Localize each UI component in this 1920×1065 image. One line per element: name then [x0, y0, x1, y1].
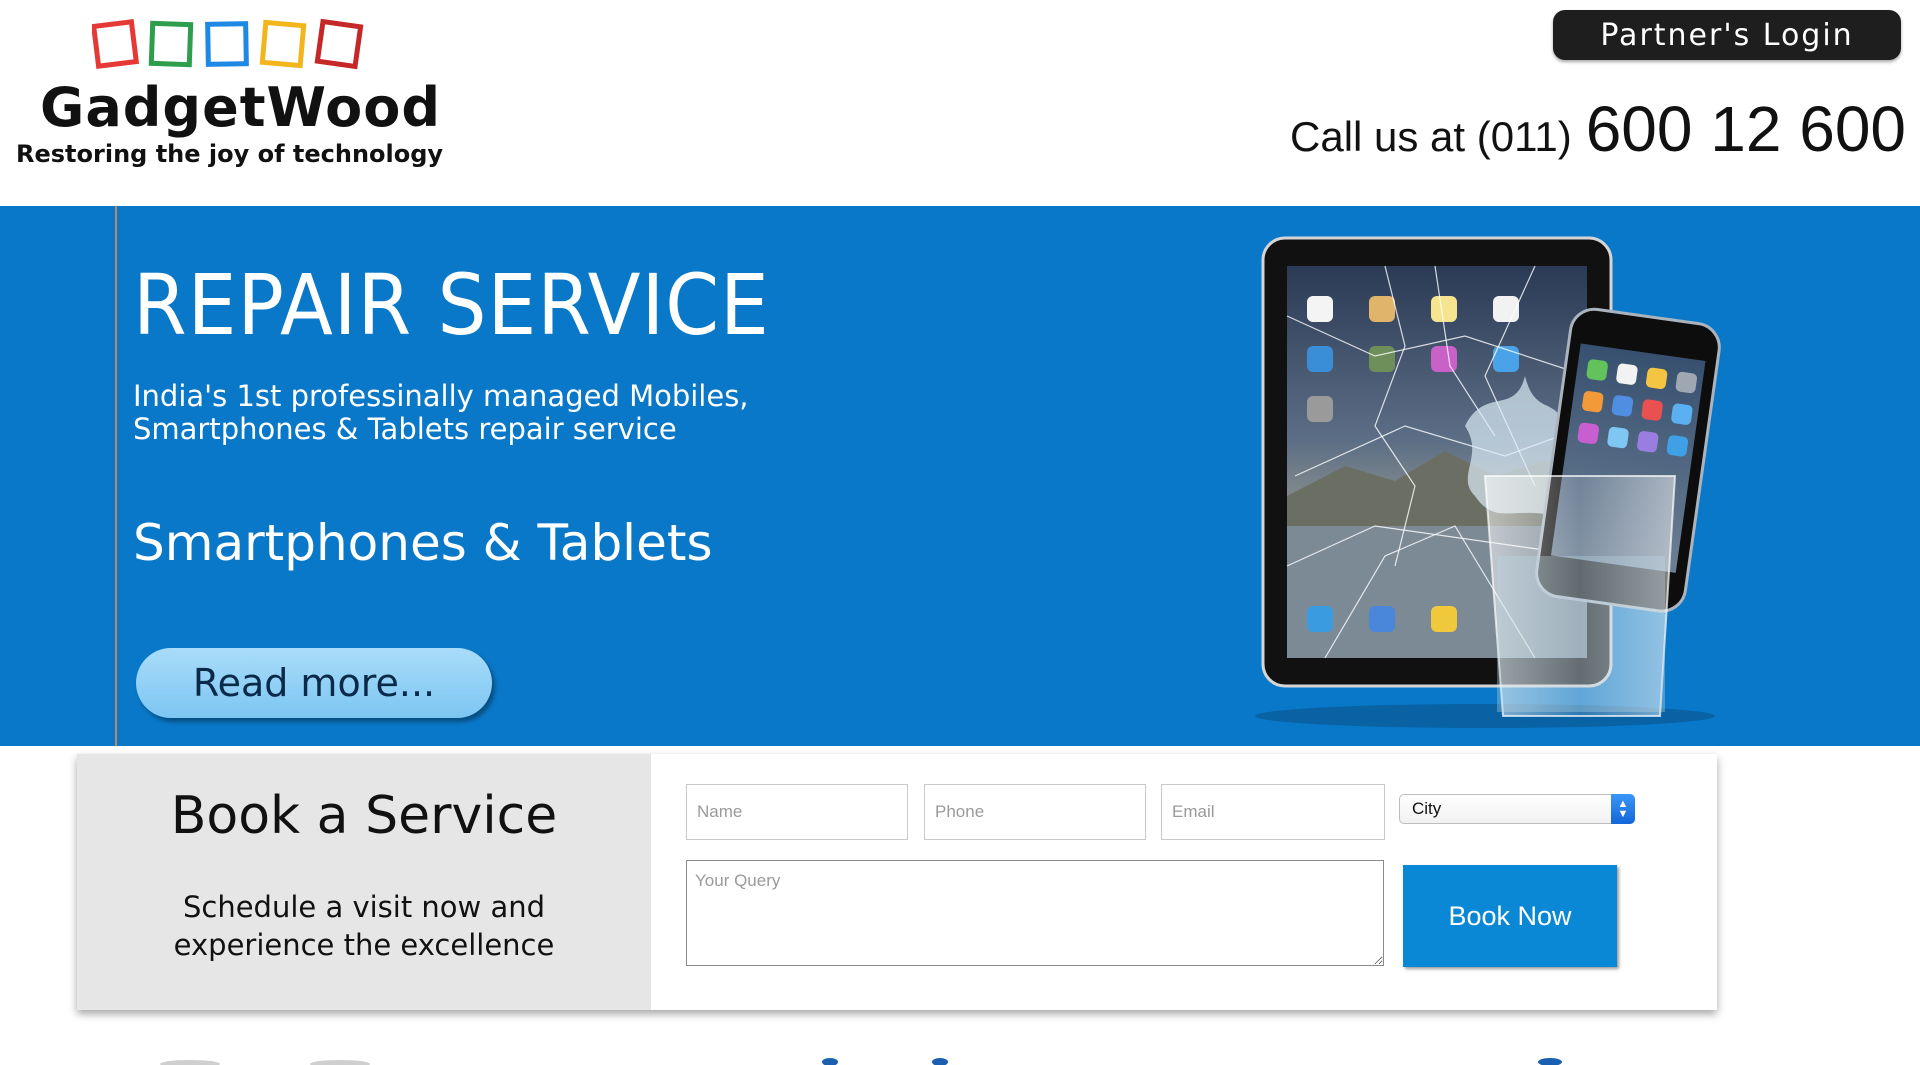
query-textarea[interactable] [686, 860, 1384, 966]
hero-banner: REPAIR SERVICE India's 1st professinally… [0, 206, 1920, 746]
partner-login-button[interactable]: Partner's Login [1553, 10, 1901, 60]
cut-off-content [160, 1058, 1562, 1065]
book-now-button[interactable]: Book Now [1403, 865, 1617, 967]
call-us-number[interactable]: 600 12 600 [1586, 93, 1906, 165]
logo[interactable]: GadgetWood Restoring the joy of technolo… [14, 14, 454, 174]
cut-off-shape [310, 1060, 370, 1065]
call-us-label: Call us at (011) [1290, 113, 1572, 160]
site-header: GadgetWood Restoring the joy of technolo… [0, 0, 1920, 206]
book-service-panel: Book a Service Schedule a visit now and … [77, 754, 1717, 1010]
logo-square-green [148, 20, 194, 68]
book-service-title: Book a Service [170, 786, 558, 846]
logo-title: GadgetWood [40, 76, 441, 139]
logo-square-red [92, 19, 140, 69]
glass-water [1497, 556, 1665, 712]
cut-off-shape [1538, 1058, 1562, 1065]
book-service-intro: Book a Service Schedule a visit now and … [77, 754, 651, 1010]
book-service-subtitle-line-1: Schedule a visit now and [182, 890, 546, 924]
hero-title: REPAIR SERVICE [133, 256, 770, 354]
hero-description-line-1: India's 1st professinally managed Mobile… [133, 379, 749, 413]
logo-tagline: Restoring the joy of technology [16, 140, 444, 168]
city-select-value: City [1412, 799, 1442, 818]
phone-input[interactable] [924, 784, 1146, 840]
name-input[interactable] [686, 784, 908, 840]
book-service-subtitle-line-2: experience the excellence [173, 928, 555, 962]
logo-square-darkred [314, 18, 364, 70]
logo-square-yellow [259, 19, 307, 69]
city-select[interactable]: City ▲ ▼ [1399, 794, 1635, 824]
call-us: Call us at (011) 600 12 600 [1290, 92, 1906, 166]
hero-divider [115, 206, 117, 746]
email-input[interactable] [1161, 784, 1385, 840]
hero-description: India's 1st professinally managed Mobile… [133, 380, 833, 446]
select-arrows-icon: ▲ ▼ [1611, 794, 1635, 824]
read-more-button[interactable]: Read more... [136, 648, 492, 718]
cut-off-shape [932, 1058, 948, 1065]
hero-subtitle: Smartphones & Tablets [133, 514, 713, 572]
book-service-subtitle: Schedule a visit now and experience the … [77, 888, 651, 964]
logo-squares-icon [92, 18, 364, 70]
hero-description-line-2: Smartphones & Tablets repair service [133, 412, 677, 446]
cut-off-shape [822, 1058, 838, 1065]
broken-tablet-and-phone-image [1255, 236, 1721, 728]
cut-off-shape [160, 1060, 220, 1065]
logo-square-blue [205, 21, 249, 67]
